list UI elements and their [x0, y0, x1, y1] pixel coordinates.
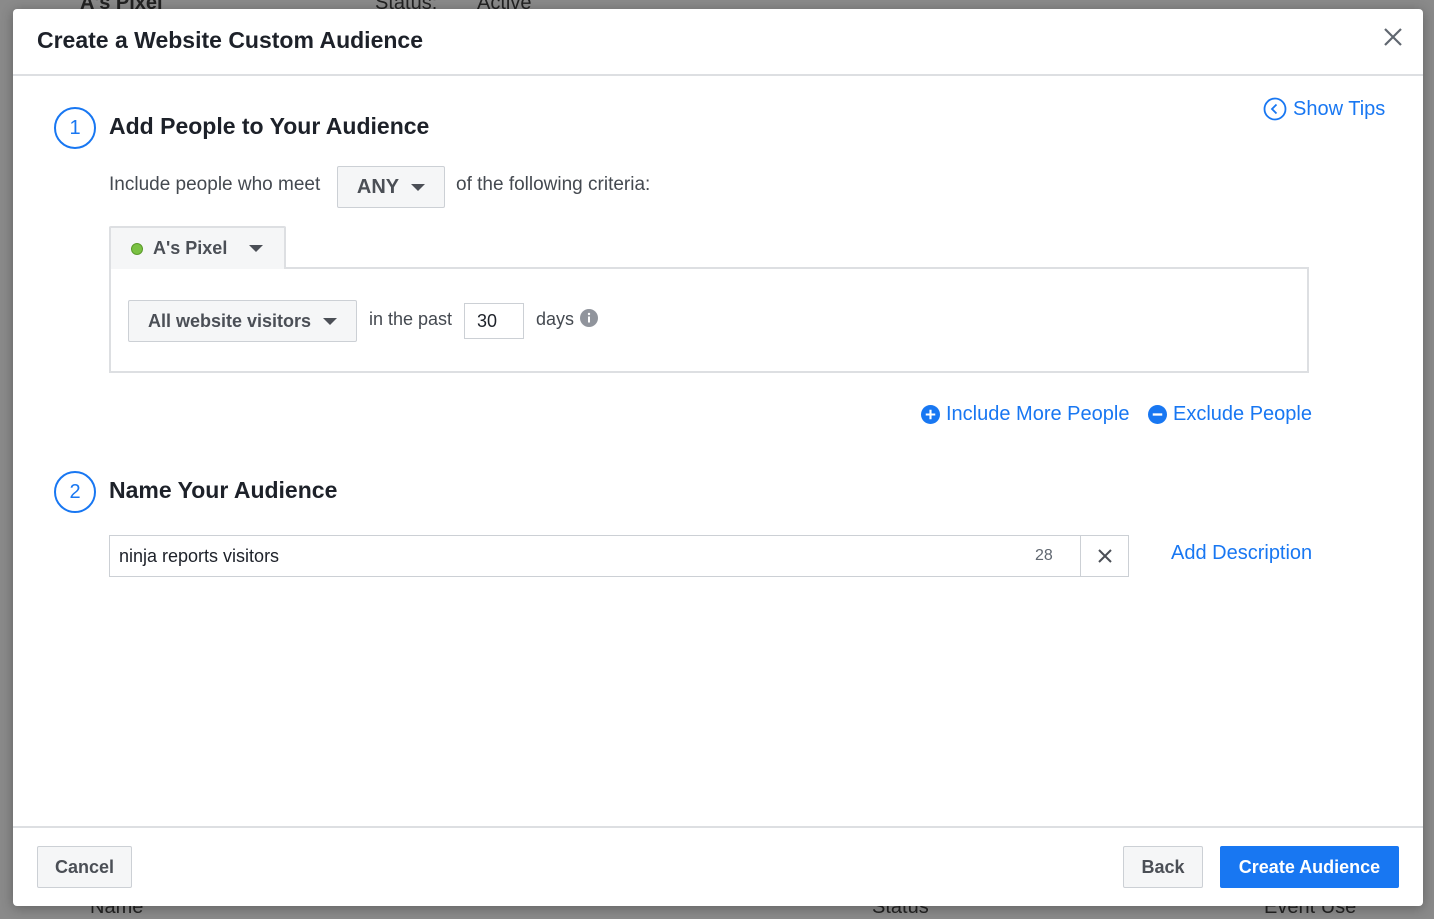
minus-circle-icon [1148, 405, 1167, 424]
include-more-people-link[interactable]: Include More People [921, 403, 1129, 426]
clear-x-icon [1097, 549, 1112, 563]
pixel-name: A's Pixel [153, 238, 228, 258]
cancel-button[interactable]: Cancel [37, 846, 132, 888]
include-more-label: Include More People [946, 403, 1130, 425]
step-1-badge: 1 [54, 107, 96, 149]
pixel-status-dot-icon [131, 242, 143, 255]
back-button[interactable]: Back [1123, 846, 1203, 888]
custom-audience-dialog: Create a Website Custom Audience Show Ti… [13, 9, 1423, 906]
match-value: ANY [356, 175, 400, 198]
audience-name-input[interactable] [110, 536, 1035, 576]
match-dropdown[interactable]: ANY [337, 166, 445, 208]
caret-down-icon [411, 183, 426, 191]
event-value: All website visitors [147, 310, 312, 331]
in-the-past-label: in the past [369, 309, 453, 329]
footer-divider [13, 826, 1423, 828]
pixel-dropdown[interactable]: A's Pixel [109, 226, 286, 269]
days-input[interactable] [464, 303, 524, 339]
include-suffix: of the following criteria: [456, 174, 651, 195]
caret-down-icon [249, 245, 264, 252]
step-2-title: Name Your Audience [109, 477, 338, 503]
event-dropdown[interactable]: All website visitors [128, 300, 357, 342]
header-divider [13, 74, 1423, 76]
add-description-link[interactable]: Add Description [1171, 542, 1312, 565]
plus-circle-icon [921, 405, 940, 424]
clear-name-button[interactable] [1080, 536, 1128, 576]
include-prefix: Include people who meet [109, 174, 321, 195]
step-2-badge: 2 [54, 471, 96, 513]
exclude-label: Exclude People [1173, 403, 1312, 425]
create-audience-button[interactable]: Create Audience [1220, 846, 1399, 888]
caret-down-icon [323, 317, 338, 325]
close-icon[interactable] [1381, 25, 1405, 49]
exclude-people-link[interactable]: Exclude People [1148, 403, 1312, 426]
step-1-title: Add People to Your Audience [109, 113, 430, 139]
audience-name-field: 28 [109, 535, 1129, 577]
chevron-left-circle-icon [1263, 97, 1287, 121]
info-icon[interactable] [580, 309, 598, 327]
show-tips-link[interactable]: Show Tips [1263, 97, 1385, 121]
show-tips-label: Show Tips [1293, 97, 1386, 120]
dialog-title: Create a Website Custom Audience [37, 27, 423, 53]
days-label: days [536, 309, 575, 329]
char-counter: 28 [1035, 547, 1053, 564]
